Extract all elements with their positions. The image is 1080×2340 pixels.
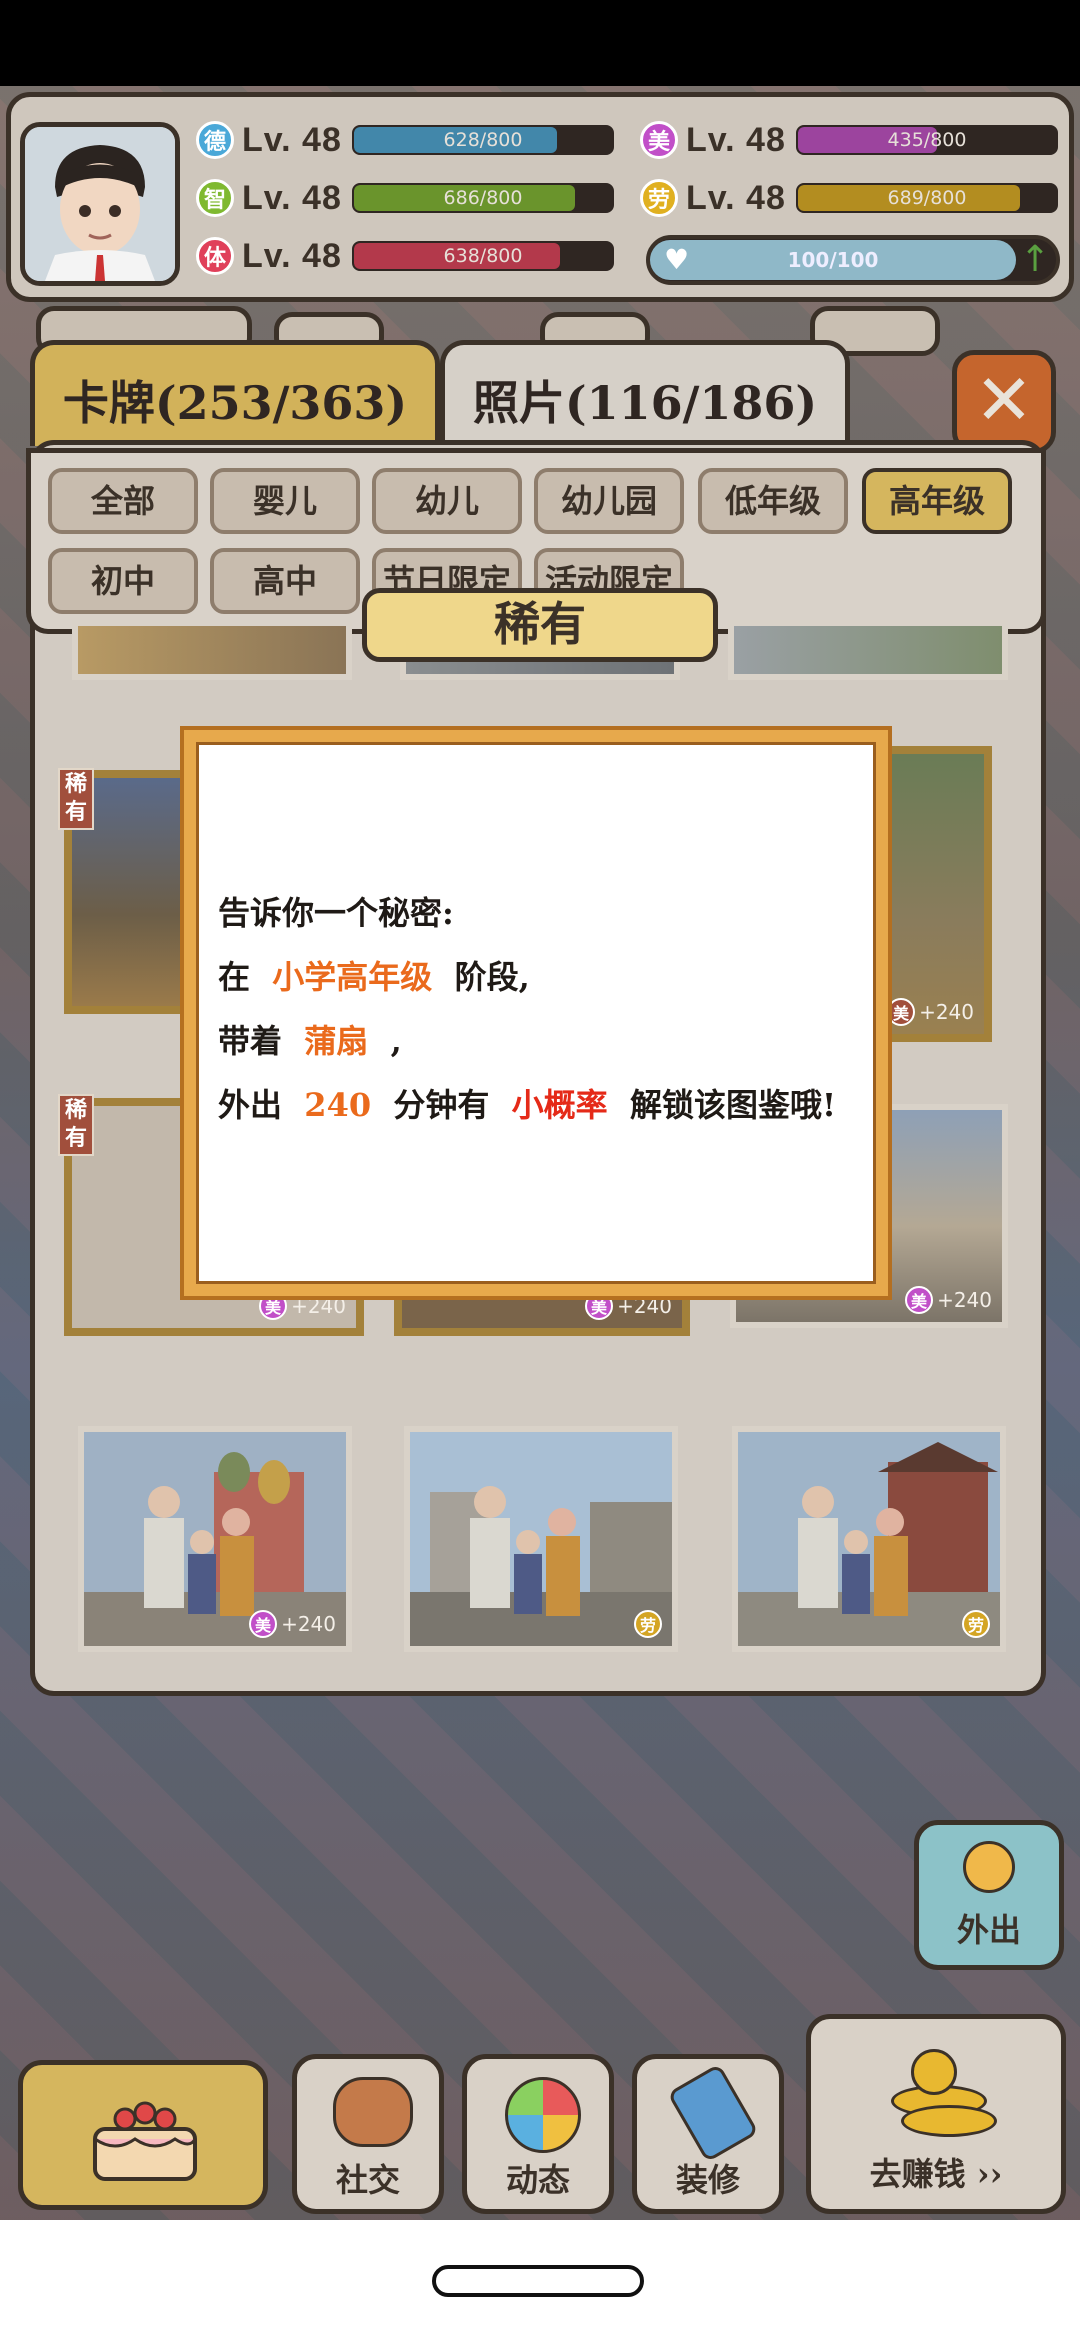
card-bonus: 劳: [634, 1610, 662, 1638]
coins-icon: [881, 2045, 1001, 2145]
stat-progress: 689/800: [887, 187, 967, 209]
labor-icon: 劳: [640, 179, 678, 217]
avatar[interactable]: [20, 122, 180, 286]
stat-zhi: 智 Lv. 48 686/800: [196, 176, 614, 220]
tab-cards-label: 卡牌(253/363): [62, 376, 408, 430]
labor-icon: 劳: [634, 1610, 662, 1638]
beauty-icon: 美: [905, 1286, 934, 1314]
card-bonus: 美 +240: [887, 998, 974, 1026]
section-banner: 稀有: [362, 588, 718, 662]
hint-line-4: 外出 240 分钟有 小概率 解锁该图鉴哦!: [218, 1080, 836, 1126]
stat-progress: 686/800: [443, 187, 523, 209]
filter-chip[interactable]: 全部: [48, 468, 198, 534]
hint-text: 阶段,: [454, 958, 530, 996]
social-button[interactable]: 社交: [292, 2054, 444, 2214]
hint-text: 解锁该图鉴哦!: [629, 1086, 837, 1124]
beauty-icon: 美: [249, 1610, 278, 1638]
stat-lao: 劳 Lv. 48 689/800: [640, 176, 1058, 220]
stat-progress: 638/800: [443, 245, 523, 267]
handshake-icon: [333, 2077, 413, 2147]
decorate-label: 装修: [675, 2161, 740, 2199]
album-card[interactable]: 劳: [404, 1426, 678, 1652]
stat-ti: 体 Lv. 48 638/800: [196, 234, 614, 278]
tab-photos[interactable]: 照片(116/186): [440, 340, 850, 446]
dynamics-label: 动态: [505, 2161, 570, 2199]
paint-roller-icon: [667, 2063, 759, 2163]
labor-icon: 劳: [962, 1610, 990, 1638]
beauty-icon: 美: [640, 121, 678, 159]
filter-chip[interactable]: 幼儿: [372, 468, 522, 534]
filter-chip[interactable]: 幼儿园: [534, 468, 684, 534]
earn-money-button[interactable]: 去赚钱 ››: [806, 2014, 1066, 2214]
tab-cards[interactable]: 卡牌(253/363): [30, 340, 440, 446]
album-card[interactable]: [72, 620, 352, 680]
hint-text: 外出: [218, 1086, 283, 1124]
close-icon[interactable]: ✕: [952, 350, 1056, 454]
stat-level: Lv. 48: [242, 236, 342, 275]
home-gesture-pill[interactable]: [432, 2265, 644, 2297]
earn-money-label: 去赚钱 ››: [869, 2155, 1003, 2193]
filter-chip[interactable]: 婴儿: [210, 468, 360, 534]
stat-level: Lv. 48: [686, 178, 786, 217]
hint-stage: 小学高年级: [272, 958, 433, 996]
up-arrow-icon[interactable]: ↑: [1020, 240, 1050, 280]
rare-tag: 稀有: [58, 1094, 94, 1156]
stat-bar: 628/800: [352, 125, 614, 155]
hint-line-2: 在 小学高年级 阶段,: [218, 952, 530, 998]
filter-chip[interactable]: 初中: [48, 548, 198, 614]
card-bonus: 美 +240: [249, 1610, 336, 1638]
stats-left: 德 Lv. 48 628/800 智 Lv. 48 686/800 体 Lv. …: [196, 118, 614, 278]
stat-level: Lv. 48: [242, 178, 342, 217]
stat-de: 德 Lv. 48 628/800: [196, 118, 614, 162]
stat-progress: 628/800: [443, 129, 523, 151]
stat-bar: 435/800: [796, 125, 1058, 155]
dynamics-button[interactable]: 动态: [462, 2054, 614, 2214]
energy-value: 100/100: [787, 248, 879, 272]
pinwheel-icon: [505, 2077, 581, 2153]
stat-progress: 435/800: [887, 129, 967, 151]
smile-icon: [963, 1841, 1015, 1893]
stat-level: Lv. 48: [242, 120, 342, 159]
wisdom-icon: 智: [196, 179, 234, 217]
filter-chip[interactable]: 低年级: [698, 468, 848, 534]
hint-line-3: 带着 蒲扇 ,: [218, 1016, 402, 1062]
hint-modal-content: [196, 742, 876, 1284]
tab-photos-label: 照片(116/186): [472, 376, 818, 430]
cake-button[interactable]: [18, 2060, 268, 2210]
filter-chip[interactable]: 高中: [210, 548, 360, 614]
hint-text: 在: [218, 958, 251, 996]
body-icon: 体: [196, 237, 234, 275]
stat-mei: 美 Lv. 48 435/800: [640, 118, 1058, 162]
hint-chance: 小概率: [511, 1086, 608, 1124]
outing-label: 外出: [956, 1911, 1021, 1949]
outing-button[interactable]: 外出: [914, 1820, 1064, 1970]
album-card[interactable]: [728, 620, 1008, 680]
hint-text: 带着: [218, 1022, 283, 1060]
album-card[interactable]: 劳: [732, 1426, 1006, 1652]
virtue-icon: 德: [196, 121, 234, 159]
cake-icon: [93, 2101, 197, 2181]
card-bonus: 美 +240: [905, 1286, 992, 1314]
hint-minutes: 240: [304, 1086, 372, 1124]
filter-chip-active[interactable]: 高年级: [862, 468, 1012, 534]
stat-bar: 689/800: [796, 183, 1058, 213]
rare-tag: 稀有: [58, 768, 94, 830]
social-label: 社交: [335, 2161, 400, 2199]
stat-bar: 686/800: [352, 183, 614, 213]
status-bar: [0, 0, 1080, 86]
decorate-button[interactable]: 装修: [632, 2054, 784, 2214]
hint-item: 蒲扇: [304, 1022, 369, 1060]
hint-text: 分钟有: [393, 1086, 490, 1124]
stats-right: 美 Lv. 48 435/800 劳 Lv. 48 689/800: [640, 118, 1058, 220]
album-card[interactable]: 美 +240: [78, 1426, 352, 1652]
stat-bar: 638/800: [352, 241, 614, 271]
hint-line-1: 告诉你一个秘密:: [218, 894, 454, 932]
hint-text: ,: [390, 1022, 402, 1060]
stat-level: Lv. 48: [686, 120, 786, 159]
card-bonus: 劳: [962, 1610, 990, 1638]
